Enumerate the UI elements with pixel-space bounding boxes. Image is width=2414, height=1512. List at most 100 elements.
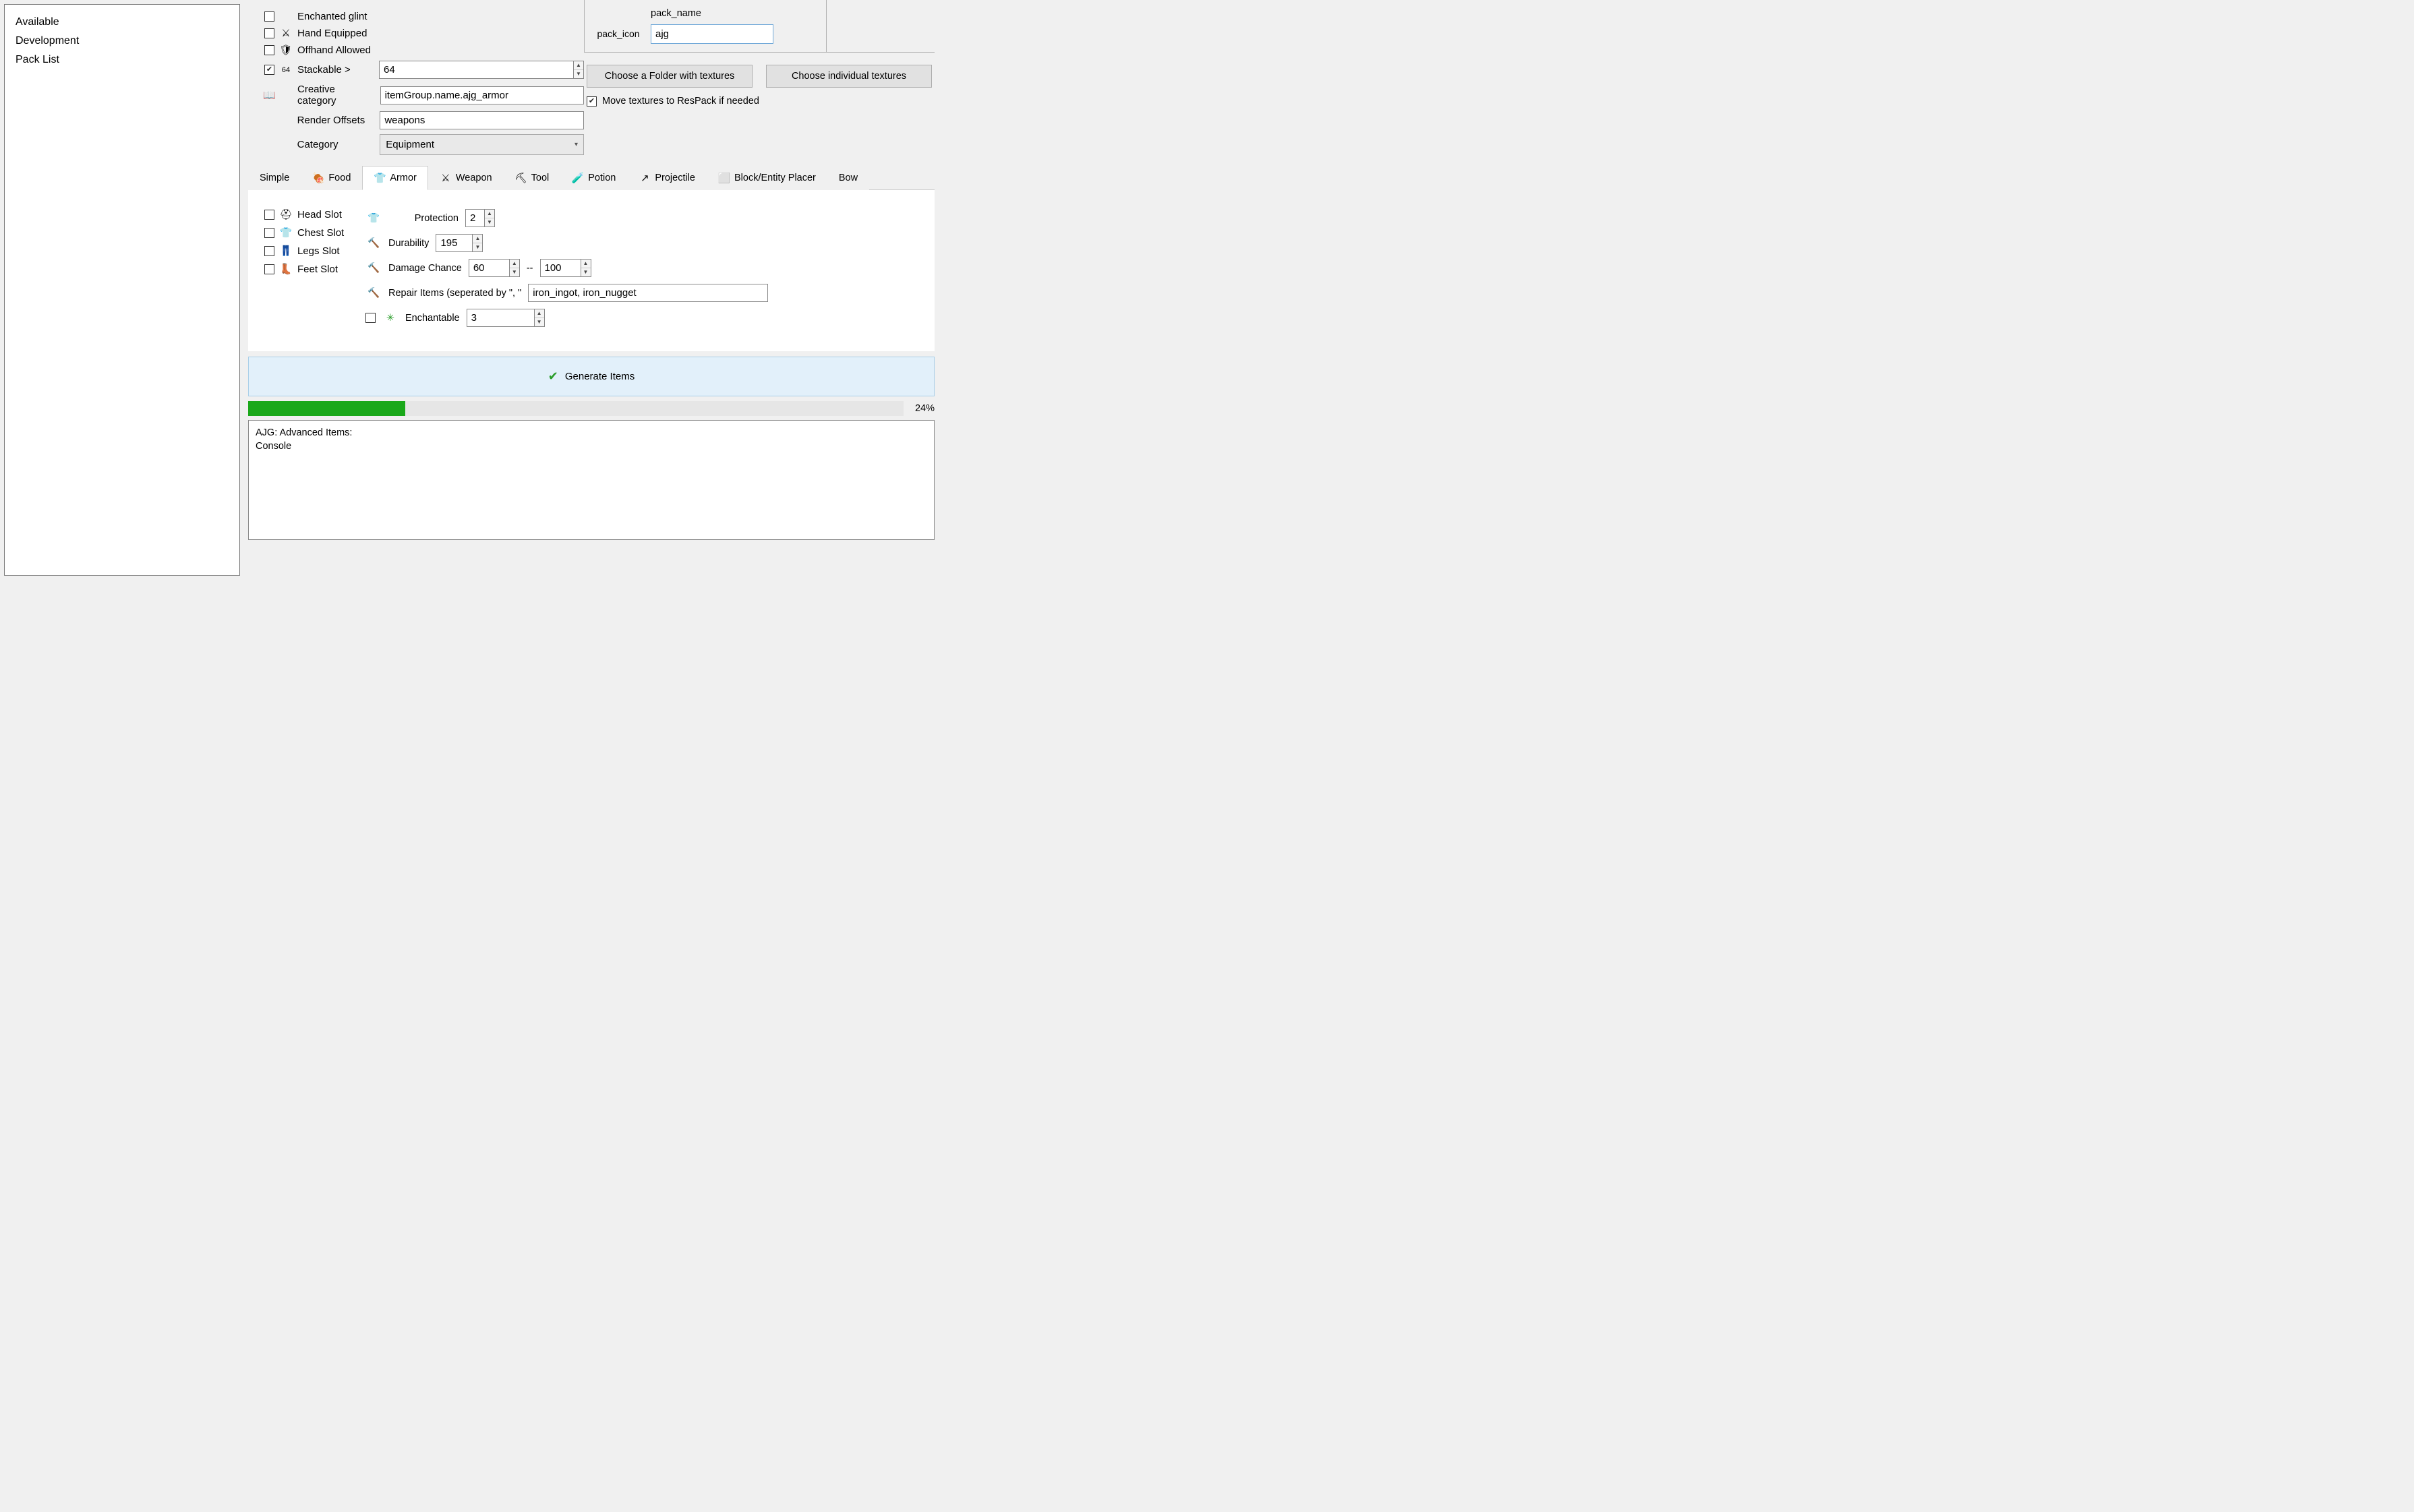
progress-bar: 24% [248,401,935,416]
durability-input[interactable] [436,234,472,252]
pack-name-label: pack_name [651,8,814,19]
chest-slot-checkbox[interactable] [264,228,274,238]
feet-slot-checkbox[interactable] [264,264,274,274]
progress-percent: 24% [904,403,935,414]
protection-spinner[interactable]: ▲▼ [465,209,495,227]
hand-equipped-checkbox[interactable] [264,28,274,38]
sidebar-item-pack-list[interactable]: Pack List [10,51,234,69]
pack-column: pack_icon pack_name Choose a Folder with… [584,0,935,160]
tab-weapon[interactable]: ⚔Weapon [428,166,504,190]
enchantable-up[interactable]: ▲ [535,309,544,318]
leggings-icon: 👖 [280,245,292,257]
tab-bow[interactable]: Bow [827,166,869,190]
render-offsets-input[interactable] [380,111,584,129]
tab-simple[interactable]: Simple [248,166,301,190]
durability-spinner[interactable]: ▲▼ [436,234,483,252]
sidebar-item-development[interactable]: Development [10,32,234,51]
head-slot-label: Head Slot [297,209,342,220]
pack-icon-label: pack_icon [591,4,645,44]
category-select[interactable]: Equipment ▾ [380,134,584,155]
hammer-icon: 🔨 [365,237,382,249]
choose-folder-button[interactable]: Choose a Folder with textures [587,65,753,88]
enchanted-glint-checkbox[interactable] [264,11,274,22]
sparkle-icon [280,10,292,22]
stackable-up[interactable]: ▲ [574,61,583,70]
enchantable-label: Enchantable [405,313,460,324]
move-textures-label: Move textures to ResPack if needed [602,96,759,107]
food-icon: 🍖 [312,172,324,184]
armor-icon: 👕 [374,172,386,184]
projectile-icon: ↗ [639,172,651,184]
enchantable-checkbox[interactable] [365,313,376,323]
tab-projectile[interactable]: ↗Projectile [627,166,707,190]
tab-block-placer[interactable]: ⬜Block/Entity Placer [707,166,827,190]
durability-up[interactable]: ▲ [473,235,482,243]
weapon-icon: ⚔ [440,172,452,184]
chest-slot-label: Chest Slot [297,227,344,239]
protection-down[interactable]: ▼ [485,218,494,226]
damage-min-input[interactable] [469,259,509,277]
render-offsets-label: Render Offsets [297,115,375,126]
boots-icon: 👢 [280,263,292,275]
enchantable-spinner[interactable]: ▲▼ [467,309,545,327]
pack-name-input[interactable] [651,24,773,44]
stackable-spinner[interactable]: ▲▼ [379,61,584,79]
main-panel: Enchanted glint ⚔ Hand Equipped 🛡 Offhan… [244,0,939,588]
generate-items-button[interactable]: ✔ Generate Items [248,357,935,396]
damage-max-down[interactable]: ▼ [581,268,591,276]
check-icon: ✔ [548,369,558,384]
stackable-checkbox[interactable] [264,65,274,75]
enchant-icon: ✳ [382,313,399,324]
damage-min-down[interactable]: ▼ [510,268,519,276]
tool-icon: ⛏ [515,172,527,184]
damage-max-input[interactable] [540,259,581,277]
item-properties-column: Enchanted glint ⚔ Hand Equipped 🛡 Offhan… [248,0,584,160]
legs-slot-checkbox[interactable] [264,246,274,256]
hammer-icon: 🔨 [365,262,382,274]
sidebar-item-available[interactable]: Available [10,13,234,32]
console-line: Console [256,440,927,453]
damage-max-up[interactable]: ▲ [581,260,591,268]
legs-slot-label: Legs Slot [297,245,340,257]
enchanted-glint-label: Enchanted glint [297,11,367,22]
head-slot-checkbox[interactable] [264,210,274,220]
generate-items-label: Generate Items [565,371,635,382]
sidebar: Available Development Pack List [0,0,244,588]
creative-category-label: Creative category [297,84,375,107]
protection-input[interactable] [465,209,484,227]
repair-items-input[interactable] [528,284,768,302]
protection-up[interactable]: ▲ [485,210,494,218]
chestplate-icon: 👕 [365,212,382,224]
tab-armor[interactable]: 👕Armor [362,166,428,190]
tab-food[interactable]: 🍖Food [301,166,362,190]
chestplate-icon: 👕 [280,226,292,239]
durability-down[interactable]: ▼ [473,243,482,251]
damage-max-spinner[interactable]: ▲▼ [540,259,591,277]
tab-tool[interactable]: ⛏Tool [504,166,561,190]
console-line: AJG: Advanced Items: [256,426,927,440]
move-textures-checkbox[interactable] [587,96,597,107]
damage-min-up[interactable]: ▲ [510,260,519,268]
damage-sep: -- [527,263,533,274]
enchantable-input[interactable] [467,309,534,327]
offhand-allowed-checkbox[interactable] [264,45,274,55]
tab-potion[interactable]: 🧪Potion [560,166,627,190]
potion-icon: 🧪 [572,172,584,184]
stackable-input[interactable] [379,61,573,79]
console-output: AJG: Advanced Items: Console [248,420,935,540]
enchantable-down[interactable]: ▼ [535,318,544,326]
durability-label: Durability [388,238,429,249]
hand-equipped-label: Hand Equipped [297,28,367,39]
creative-category-input[interactable] [380,86,584,104]
stackable-down[interactable]: ▼ [574,70,583,78]
stack-64-icon: 64 [280,64,292,76]
protection-label: Protection [388,213,459,224]
choose-individual-button[interactable]: Choose individual textures [766,65,932,88]
block-icon: ⬜ [718,172,730,184]
category-value: Equipment [386,139,434,150]
hammer-icon: 🔨 [365,287,382,299]
repair-items-label: Repair Items (seperated by ", " [388,288,521,299]
damage-min-spinner[interactable]: ▲▼ [469,259,520,277]
armor-tab-content: ⛑ Head Slot 👕 Chest Slot 👖 Legs Slot 👢 F [248,190,935,351]
feet-slot-label: Feet Slot [297,264,338,275]
